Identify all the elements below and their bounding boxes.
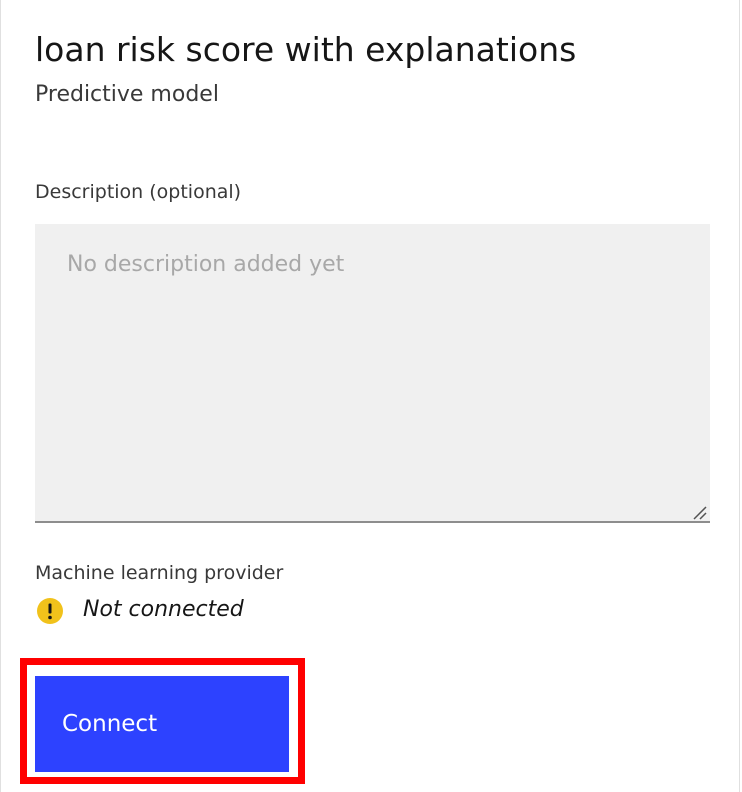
resize-handle-icon[interactable] (691, 504, 707, 520)
page-title: loan risk score with explanations (35, 30, 577, 69)
description-label: Description (optional) (35, 181, 242, 203)
description-textarea[interactable] (35, 224, 710, 523)
page-subtitle: Predictive model (35, 82, 219, 107)
model-details-panel: loan risk score with explanations Predic… (0, 0, 740, 792)
ml-provider-label: Machine learning provider (35, 562, 284, 584)
warning-icon (37, 598, 63, 624)
connection-status-text: Not connected (83, 597, 244, 622)
connect-button[interactable]: Connect (35, 676, 289, 772)
